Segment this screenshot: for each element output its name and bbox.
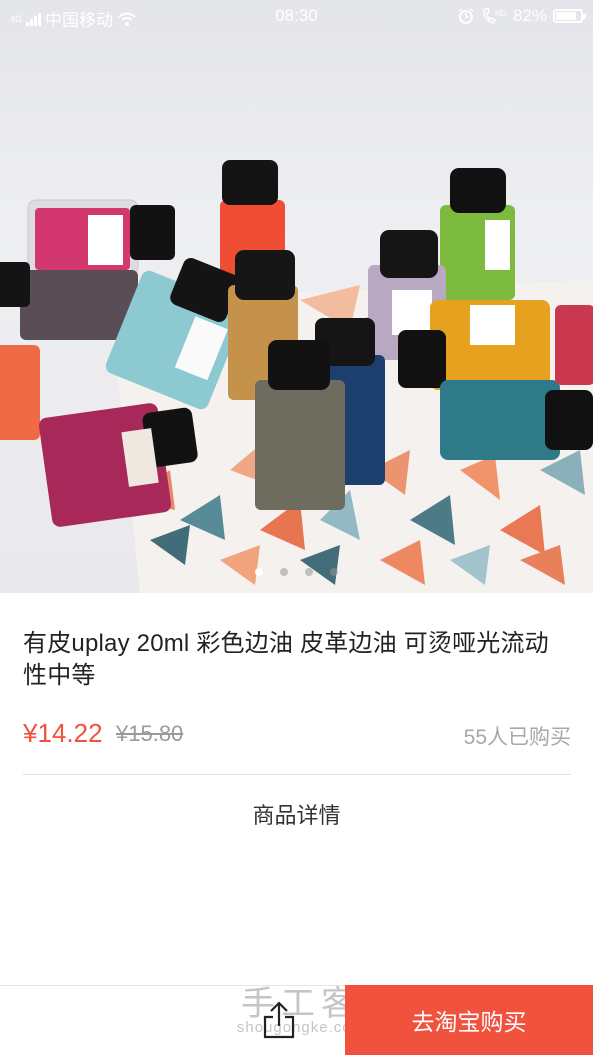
- battery-level-fill: [556, 12, 576, 20]
- carousel-dot[interactable]: [330, 568, 338, 576]
- battery-icon: [553, 9, 586, 23]
- carousel-dot[interactable]: [255, 568, 263, 576]
- buy-on-taobao-button[interactable]: 去淘宝购买: [345, 985, 593, 1055]
- product-title: 有皮uplay 20ml 彩色边油 皮革边油 可烫哑光流动性中等: [23, 630, 549, 689]
- svg-text:HD: HD: [495, 9, 507, 18]
- carousel-indicator[interactable]: [0, 568, 593, 576]
- battery-percent: 82%: [512, 6, 547, 25]
- divider: [23, 774, 571, 775]
- bottom-action-bar: 手工客 shougongke.com 去淘宝购买: [0, 984, 593, 1055]
- product-image-carousel[interactable]: [0, 0, 593, 593]
- volte-call-icon: HD: [483, 7, 507, 24]
- carousel-dot[interactable]: [305, 568, 313, 576]
- sold-count: 55人已购买: [463, 726, 571, 749]
- status-bar: 4G 中国移动 08:30 HD 82%: [0, 0, 593, 32]
- current-price: ¥14.22: [23, 718, 103, 748]
- price-row: ¥14.22 ¥15.80 55人已购买: [23, 718, 571, 754]
- carousel-dot[interactable]: [280, 568, 288, 576]
- share-button[interactable]: [248, 986, 310, 1055]
- product-photo: [0, 160, 593, 593]
- original-price: ¥15.80: [116, 721, 184, 746]
- share-icon: [263, 1001, 295, 1039]
- product-details-heading: 商品详情: [252, 803, 341, 828]
- alarm-icon: [458, 8, 474, 24]
